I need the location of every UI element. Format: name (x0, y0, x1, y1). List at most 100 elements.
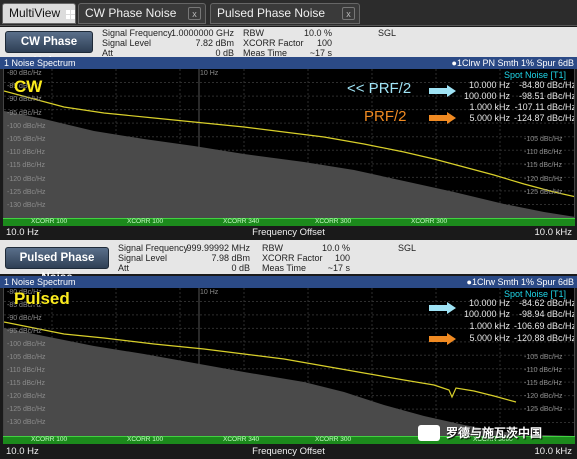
setting-label: RBW (262, 243, 283, 253)
trace-info: ●1Clrw Smth 1% Spur 6dB (466, 277, 574, 287)
wechat-logo-icon (418, 425, 440, 441)
y-tick-label-right: -115 dBc/Hz (524, 162, 562, 169)
y-tick-label: -130 dBc/Hz (7, 419, 46, 426)
xcorr-label: XCORR 300 (315, 218, 352, 225)
setting-value: 999.99992 MHz (186, 243, 250, 253)
setting-label: RBW (243, 28, 264, 38)
setting-label: Signal Level (102, 38, 152, 48)
cw-xcorr-bar: XCORR 100 XCORR 100 XCORR 340 XCORR 300 … (3, 218, 575, 226)
setting-value: 7.98 dBm (211, 253, 250, 263)
tab-pulsed-phase-noise[interactable]: Pulsed Phase Noise x (210, 3, 360, 24)
y-tick-label-right: -110 dBc/Hz (524, 149, 562, 156)
x-axis-label: Frequency Offset (252, 446, 325, 457)
spot-freq: 10.000 Hz (468, 298, 510, 308)
spot-value: -107.11 dBc/Hz (514, 102, 575, 112)
setting-value: 7.82 dBm (195, 38, 234, 48)
setting-value: 10.0 % (321, 243, 350, 253)
trace-info-text: 1Clrw Smth 1% Spur 6dB (471, 277, 574, 287)
prf-half-below-annotation: << PRF/2 (347, 80, 412, 97)
cw-phase-noise-button[interactable]: CW Phase Noise (5, 31, 93, 68)
cw-spectrum-bar: 1 Noise Spectrum ●1Clrw PN Smth 1% Spur … (0, 57, 577, 69)
y-tick-label: -120 dBc/Hz (7, 176, 46, 183)
cw-settings-bar: CW Phase Noise Signal Frequency 1.000000… (0, 27, 577, 68)
y-tick-label: -90 dBc/Hz (7, 96, 42, 103)
orange-arrow-icon (429, 112, 456, 124)
xcorr-label: XCORR 100 (127, 436, 164, 443)
pulsed-phase-noise-button[interactable]: Pulsed Phase Noise (5, 247, 109, 284)
spot-freq: 10.000 Hz (468, 80, 510, 90)
y-tick-label: -100 dBc/Hz (7, 123, 46, 130)
spectrum-title: 1 Noise Spectrum (4, 58, 76, 68)
y-tick-label: -100 dBc/Hz (7, 341, 46, 348)
orange-arrow-icon (429, 333, 456, 345)
xcorr-label: XCORR 300 (411, 218, 448, 225)
y-tick-label: -105 dBc/Hz (7, 354, 46, 361)
x-top-tick: 10 Hz (200, 289, 219, 296)
xcorr-label: XCORR 340 (223, 218, 260, 225)
y-tick-label-right: -125 dBc/Hz (524, 406, 563, 413)
y-tick-label-right: -120 dBc/Hz (524, 176, 563, 183)
setting-value: 10.0 % (303, 28, 332, 38)
close-icon[interactable]: x (188, 7, 201, 20)
y-tick-label: -120 dBc/Hz (7, 393, 46, 400)
setting-label: Signal Level (118, 253, 168, 263)
pulsed-big-label: Pulsed (14, 289, 70, 308)
tab-cw-phase-noise[interactable]: CW Phase Noise x (78, 3, 206, 24)
y-tick-label-right: -125 dBc/Hz (524, 189, 563, 196)
setting-label: XCORR Factor (243, 38, 304, 48)
y-tick-label: -90 dBc/Hz (7, 315, 42, 322)
tab-bar: MultiView CW Phase Noise x Pulsed Phase … (0, 0, 577, 26)
setting-value: 100 (334, 253, 350, 263)
spot-freq: 100.000 Hz (463, 91, 510, 101)
cw-noise-plot[interactable]: -80 dBc/Hz -85 dBc/Hz -90 dBc/Hz -95 dBc… (3, 69, 575, 218)
pulsed-noise-plot[interactable]: -80 dBc/Hz -85 dBc/Hz -90 dBc/Hz -95 dBc… (3, 288, 575, 436)
spot-value: -98.94 dBc/Hz (518, 309, 575, 319)
spot-freq: 1.000 kHz (469, 321, 510, 331)
y-tick-label: -115 dBc/Hz (7, 162, 45, 169)
cyan-arrow-icon (429, 302, 456, 314)
y-tick-label: -95 dBc/Hz (7, 328, 42, 335)
setting-label: Meas Time (262, 263, 307, 273)
y-tick-label: -80 dBc/Hz (7, 70, 42, 77)
xcorr-label: XCORR 100 (127, 218, 164, 225)
x-stop: 10.0 kHz (534, 227, 573, 238)
tab-cw-label: CW Phase Noise (85, 6, 177, 20)
trace-info-text: 1Clrw PN Smth 1% Spur 6dB (456, 58, 574, 68)
xcorr-label: XCORR 100 (31, 218, 68, 225)
y-tick-label-right: -115 dBc/Hz (524, 380, 562, 387)
watermark-text: 罗德与施瓦茨中国 (446, 426, 543, 440)
spot-value: -84.80 dBc/Hz (518, 80, 575, 90)
y-tick-label: -130 dBc/Hz (7, 202, 46, 209)
spot-value: -84.62 dBc/Hz (518, 298, 575, 308)
y-tick-label: -110 dBc/Hz (7, 149, 45, 156)
spot-freq: 1.000 kHz (469, 102, 510, 112)
x-stop: 10.0 kHz (534, 446, 573, 457)
y-tick-label: -110 dBc/Hz (7, 367, 45, 374)
setting-value: ~17 s (327, 263, 350, 273)
tab-multiview[interactable]: MultiView (2, 3, 76, 24)
x-top-tick: 10 Hz (200, 70, 219, 77)
prf-half-annotation: PRF/2 (364, 108, 407, 125)
spot-noise-title: Spot Noise [T1] (503, 70, 566, 80)
spectrum-title: 1 Noise Spectrum (4, 277, 76, 287)
spot-value: -124.87 dBc/Hz (514, 113, 575, 123)
setting-label: Att (118, 263, 130, 273)
y-tick-label: -125 dBc/Hz (7, 406, 46, 413)
grid-icon[interactable] (66, 10, 75, 19)
cw-big-label: CW (14, 77, 43, 96)
setting-label: XCORR Factor (262, 253, 323, 263)
close-icon[interactable]: x (342, 7, 355, 20)
pulsed-x-axis: 10.0 Hz Frequency Offset 10.0 kHz (0, 446, 577, 457)
spot-freq: 5.000 kHz (469, 113, 510, 123)
y-tick-label: -105 dBc/Hz (7, 136, 46, 143)
setting-value: 100 (316, 38, 332, 48)
xcorr-label: XCORR 300 (315, 436, 352, 443)
noise-floor-area (4, 111, 574, 218)
y-tick-label-right: -105 dBc/Hz (524, 136, 563, 143)
y-tick-label-right: -110 dBc/Hz (524, 367, 562, 374)
cw-x-axis: 10.0 Hz Frequency Offset 10.0 kHz (0, 227, 577, 238)
cyan-arrow-icon (429, 85, 456, 97)
y-tick-label-right: -120 dBc/Hz (524, 393, 563, 400)
sgl-indicator: SGL (378, 28, 397, 38)
x-axis-label: Frequency Offset (252, 227, 325, 238)
